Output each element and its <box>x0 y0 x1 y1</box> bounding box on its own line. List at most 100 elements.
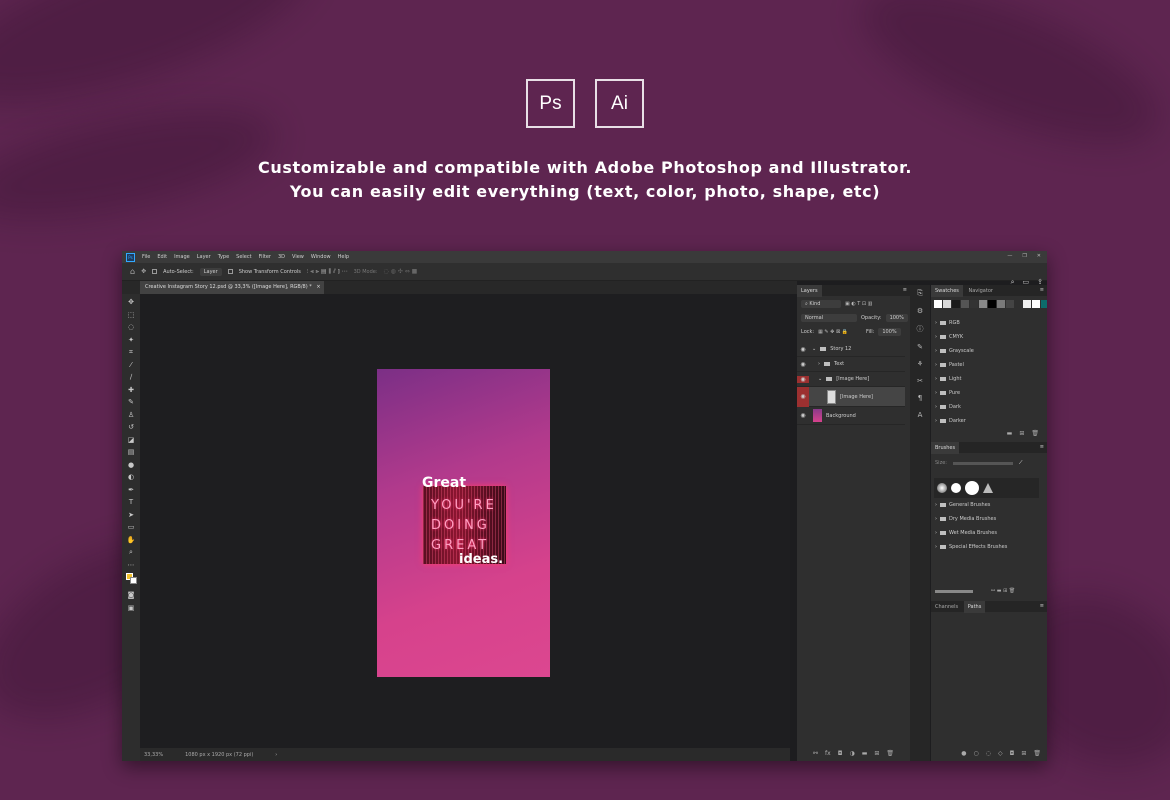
hand-icon[interactable]: ✋ <box>126 534 136 547</box>
path-select-icon[interactable]: ➤ <box>126 509 136 522</box>
shape-icon[interactable]: ▭ <box>126 521 136 534</box>
brush-group[interactable]: › General Brushes <box>935 502 990 508</box>
menu-image[interactable]: Image <box>174 254 190 260</box>
transform-controls-checkbox[interactable] <box>227 269 233 274</box>
panel-menu-icon[interactable]: ≡ <box>1040 603 1044 609</box>
tab-navigator[interactable]: Navigator <box>968 288 992 294</box>
blend-mode-dropdown[interactable]: Normal <box>801 314 857 322</box>
stroke-path-icon[interactable]: ○ <box>973 750 978 757</box>
background-color[interactable] <box>130 577 137 584</box>
swatch[interactable] <box>952 300 960 308</box>
layer-row[interactable]: ◉ Background <box>797 407 905 425</box>
new-path-icon[interactable]: ⊞ <box>1021 750 1026 757</box>
swatch[interactable] <box>988 300 996 308</box>
brush-group[interactable]: › Dry Media Brushes <box>935 516 996 522</box>
delete-icon[interactable]: 🗑 <box>886 750 894 757</box>
close-icon[interactable]: ✕ <box>1037 253 1041 259</box>
auto-select-dropdown[interactable]: Layer <box>199 267 222 276</box>
visibility-eye-icon[interactable]: ◉ <box>797 361 809 368</box>
panel-menu-icon[interactable]: ≡ <box>903 287 907 293</box>
menu-file[interactable]: File <box>142 254 150 260</box>
dodge-icon[interactable]: ◐ <box>126 471 136 484</box>
canvas-area[interactable]: YOU'RE DOING GREAT Great ideas. <box>140 294 790 748</box>
align-icons[interactable]: ⫶ ⫷ ⫸ ▤ ⫼ ⫽ ⫾ ⋯ <box>307 268 348 276</box>
swatch[interactable] <box>961 300 969 308</box>
menu-filter[interactable]: Filter <box>259 254 271 260</box>
menu-type[interactable]: Type <box>218 254 229 260</box>
minimize-icon[interactable]: — <box>1007 253 1012 259</box>
auto-select-checkbox[interactable] <box>152 269 158 274</box>
quick-mask-icon[interactable]: ◙ <box>126 589 136 602</box>
3d-tools-icons[interactable]: ◌ ◍ ✣ ⇔ ■ <box>384 268 418 275</box>
marquee-icon[interactable]: ⬚ <box>126 309 136 322</box>
brush-preset-hard-large[interactable] <box>965 481 979 495</box>
fx-icon[interactable]: fx <box>825 750 831 757</box>
layer-row-selected[interactable]: ◉ [Image Here] <box>797 386 905 407</box>
healing-icon[interactable]: ✚ <box>126 384 136 397</box>
layer-row[interactable]: ◉ ⌄ Story 12 <box>797 342 905 357</box>
move-tool-icon[interactable]: ✥ <box>141 268 146 275</box>
brush-settings-icon[interactable]: ⟋ <box>1019 460 1023 466</box>
eraser-icon[interactable]: ◪ <box>126 434 136 447</box>
swatch-group[interactable]: › Pastel <box>935 362 964 368</box>
brush-group[interactable]: › Wet Media Brushes <box>935 530 997 536</box>
adjustment-icon[interactable]: ◑ <box>849 750 854 757</box>
tab-channels[interactable]: Channels <box>931 601 962 613</box>
swatch[interactable] <box>943 300 951 308</box>
fill-path-icon[interactable]: ● <box>961 750 966 757</box>
swatch-group[interactable]: › Grayscale <box>935 348 974 354</box>
link-icon[interactable]: ⚯ <box>813 750 818 757</box>
brush-settings-icon[interactable]: ✎ <box>917 343 923 351</box>
menu-help[interactable]: Help <box>338 254 349 260</box>
clone-source-icon[interactable]: ⚘ <box>917 360 923 368</box>
type-icon[interactable]: T <box>126 496 136 509</box>
status-chevron-icon[interactable]: › <box>275 752 277 758</box>
ruler-icon[interactable]: ∕ <box>126 371 136 384</box>
panel-menu-icon[interactable]: ≡ <box>1040 444 1044 450</box>
history-brush-icon[interactable]: ↺ <box>126 421 136 434</box>
adjust-icon[interactable]: ⚙ <box>917 307 923 315</box>
filter-icons[interactable]: ▣ ◐ T ⊡ ▥ <box>845 301 872 307</box>
new-layer-icon[interactable]: ⊞ <box>874 750 879 757</box>
fill-input[interactable]: 100% <box>878 328 901 336</box>
swatch[interactable] <box>997 300 1005 308</box>
tab-swatches[interactable]: Swatches <box>931 285 963 297</box>
pen-icon[interactable]: ✒ <box>126 484 136 497</box>
brush-preset-texture[interactable] <box>983 483 993 493</box>
brush-icon[interactable]: ✎ <box>126 396 136 409</box>
character-icon[interactable]: A <box>918 411 923 419</box>
brush-size-slider[interactable] <box>952 461 1013 465</box>
color-swatches[interactable] <box>126 571 137 589</box>
story-artboard[interactable]: YOU'RE DOING GREAT Great ideas. <box>377 369 550 677</box>
new-folder-icon[interactable]: ▬ <box>1007 430 1013 437</box>
tab-brushes[interactable]: Brushes <box>931 442 960 454</box>
expand-chevron-icon[interactable]: ⌄ <box>818 376 822 382</box>
expand-chevron-icon[interactable]: › <box>818 361 820 367</box>
screen-mode-icon[interactable]: ▣ <box>126 602 136 615</box>
home-icon[interactable]: ⌂ <box>130 267 135 276</box>
swatch[interactable] <box>970 300 978 308</box>
new-group-icon[interactable]: ▬ <box>862 750 868 757</box>
mask-icon[interactable]: ◘ <box>838 750 843 757</box>
panel-menu-icon[interactable]: ≡ <box>1040 287 1044 293</box>
brush-preset-soft[interactable] <box>937 483 947 493</box>
gradient-icon[interactable]: ▤ <box>126 446 136 459</box>
more-tools-icon[interactable]: ⋯ <box>126 559 136 572</box>
expand-chevron-icon[interactable]: ⌄ <box>812 346 816 352</box>
crop-icon[interactable]: ⌗ <box>126 346 136 359</box>
blur-icon[interactable]: ● <box>126 459 136 472</box>
close-tab-icon[interactable]: × <box>316 284 320 290</box>
layer-row[interactable]: ◉ ⌄ [Image Here] <box>797 372 905 387</box>
magic-wand-icon[interactable]: ✦ <box>126 334 136 347</box>
zoom-level[interactable]: 33,33% <box>144 752 163 758</box>
tab-layers[interactable]: Layers <box>797 285 822 297</box>
photoshop-app-icon[interactable]: Ps <box>126 252 135 262</box>
brush-group[interactable]: › Special Effects Brushes <box>935 544 1007 550</box>
swatch-group[interactable]: › Light <box>935 376 961 382</box>
swatch[interactable] <box>934 300 942 308</box>
brush-footer-icons[interactable]: ⚯ ▬ ⊞ 🗑 <box>991 588 1015 594</box>
opacity-input[interactable]: 100% <box>885 314 908 322</box>
swatch-group[interactable]: › Pure <box>935 390 960 396</box>
load-selection-icon[interactable]: ◌ <box>986 750 991 757</box>
work-path-icon[interactable]: ◇ <box>998 750 1003 757</box>
